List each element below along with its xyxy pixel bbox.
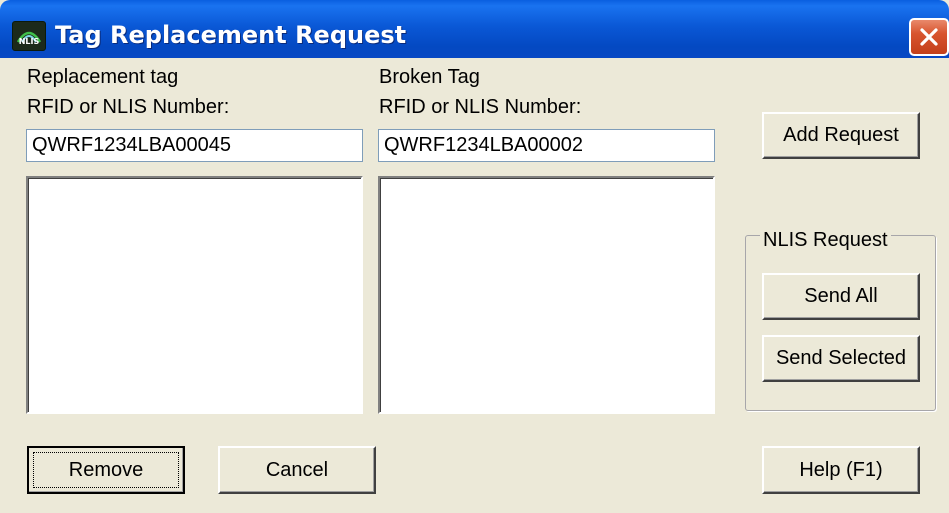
nlis-request-legend: NLIS Request [760, 228, 891, 252]
tag-replacement-dialog: NLIS Tag Replacement Request Replacement… [0, 0, 949, 513]
cancel-label: Cancel [265, 459, 329, 481]
add-request-label: Add Request [783, 124, 899, 146]
remove-label: Remove [68, 459, 144, 481]
window-title: Tag Replacement Request [55, 21, 407, 49]
replacement-tag-input[interactable]: QWRF1234LBA00045 [26, 129, 363, 162]
broken-rfid-label: RFID or NLIS Number: [379, 96, 582, 118]
close-button[interactable] [909, 18, 949, 56]
help-button[interactable]: Help (F1) [762, 446, 920, 494]
replacement-tag-list[interactable] [26, 176, 363, 414]
broken-tag-input[interactable]: QWRF1234LBA00002 [378, 129, 715, 162]
broken-tag-label: Broken Tag [379, 66, 480, 88]
nlis-app-icon[interactable]: NLIS [12, 21, 46, 51]
send-selected-label: Send Selected [775, 347, 907, 369]
nlis-request-group [745, 235, 936, 411]
title-bar[interactable]: NLIS Tag Replacement Request [0, 0, 949, 58]
replacement-rfid-label: RFID or NLIS Number: [27, 96, 230, 118]
send-all-button[interactable]: Send All [762, 273, 920, 320]
send-all-label: Send All [804, 285, 878, 307]
remove-button[interactable]: Remove [27, 446, 185, 494]
replacement-tag-label: Replacement tag [27, 66, 179, 88]
help-label: Help (F1) [799, 459, 883, 481]
broken-tag-list[interactable] [378, 176, 715, 414]
add-request-button[interactable]: Add Request [762, 112, 920, 159]
send-selected-button[interactable]: Send Selected [762, 335, 920, 382]
close-icon [920, 28, 938, 46]
cancel-button[interactable]: Cancel [218, 446, 376, 494]
svg-text:NLIS: NLIS [19, 37, 40, 46]
